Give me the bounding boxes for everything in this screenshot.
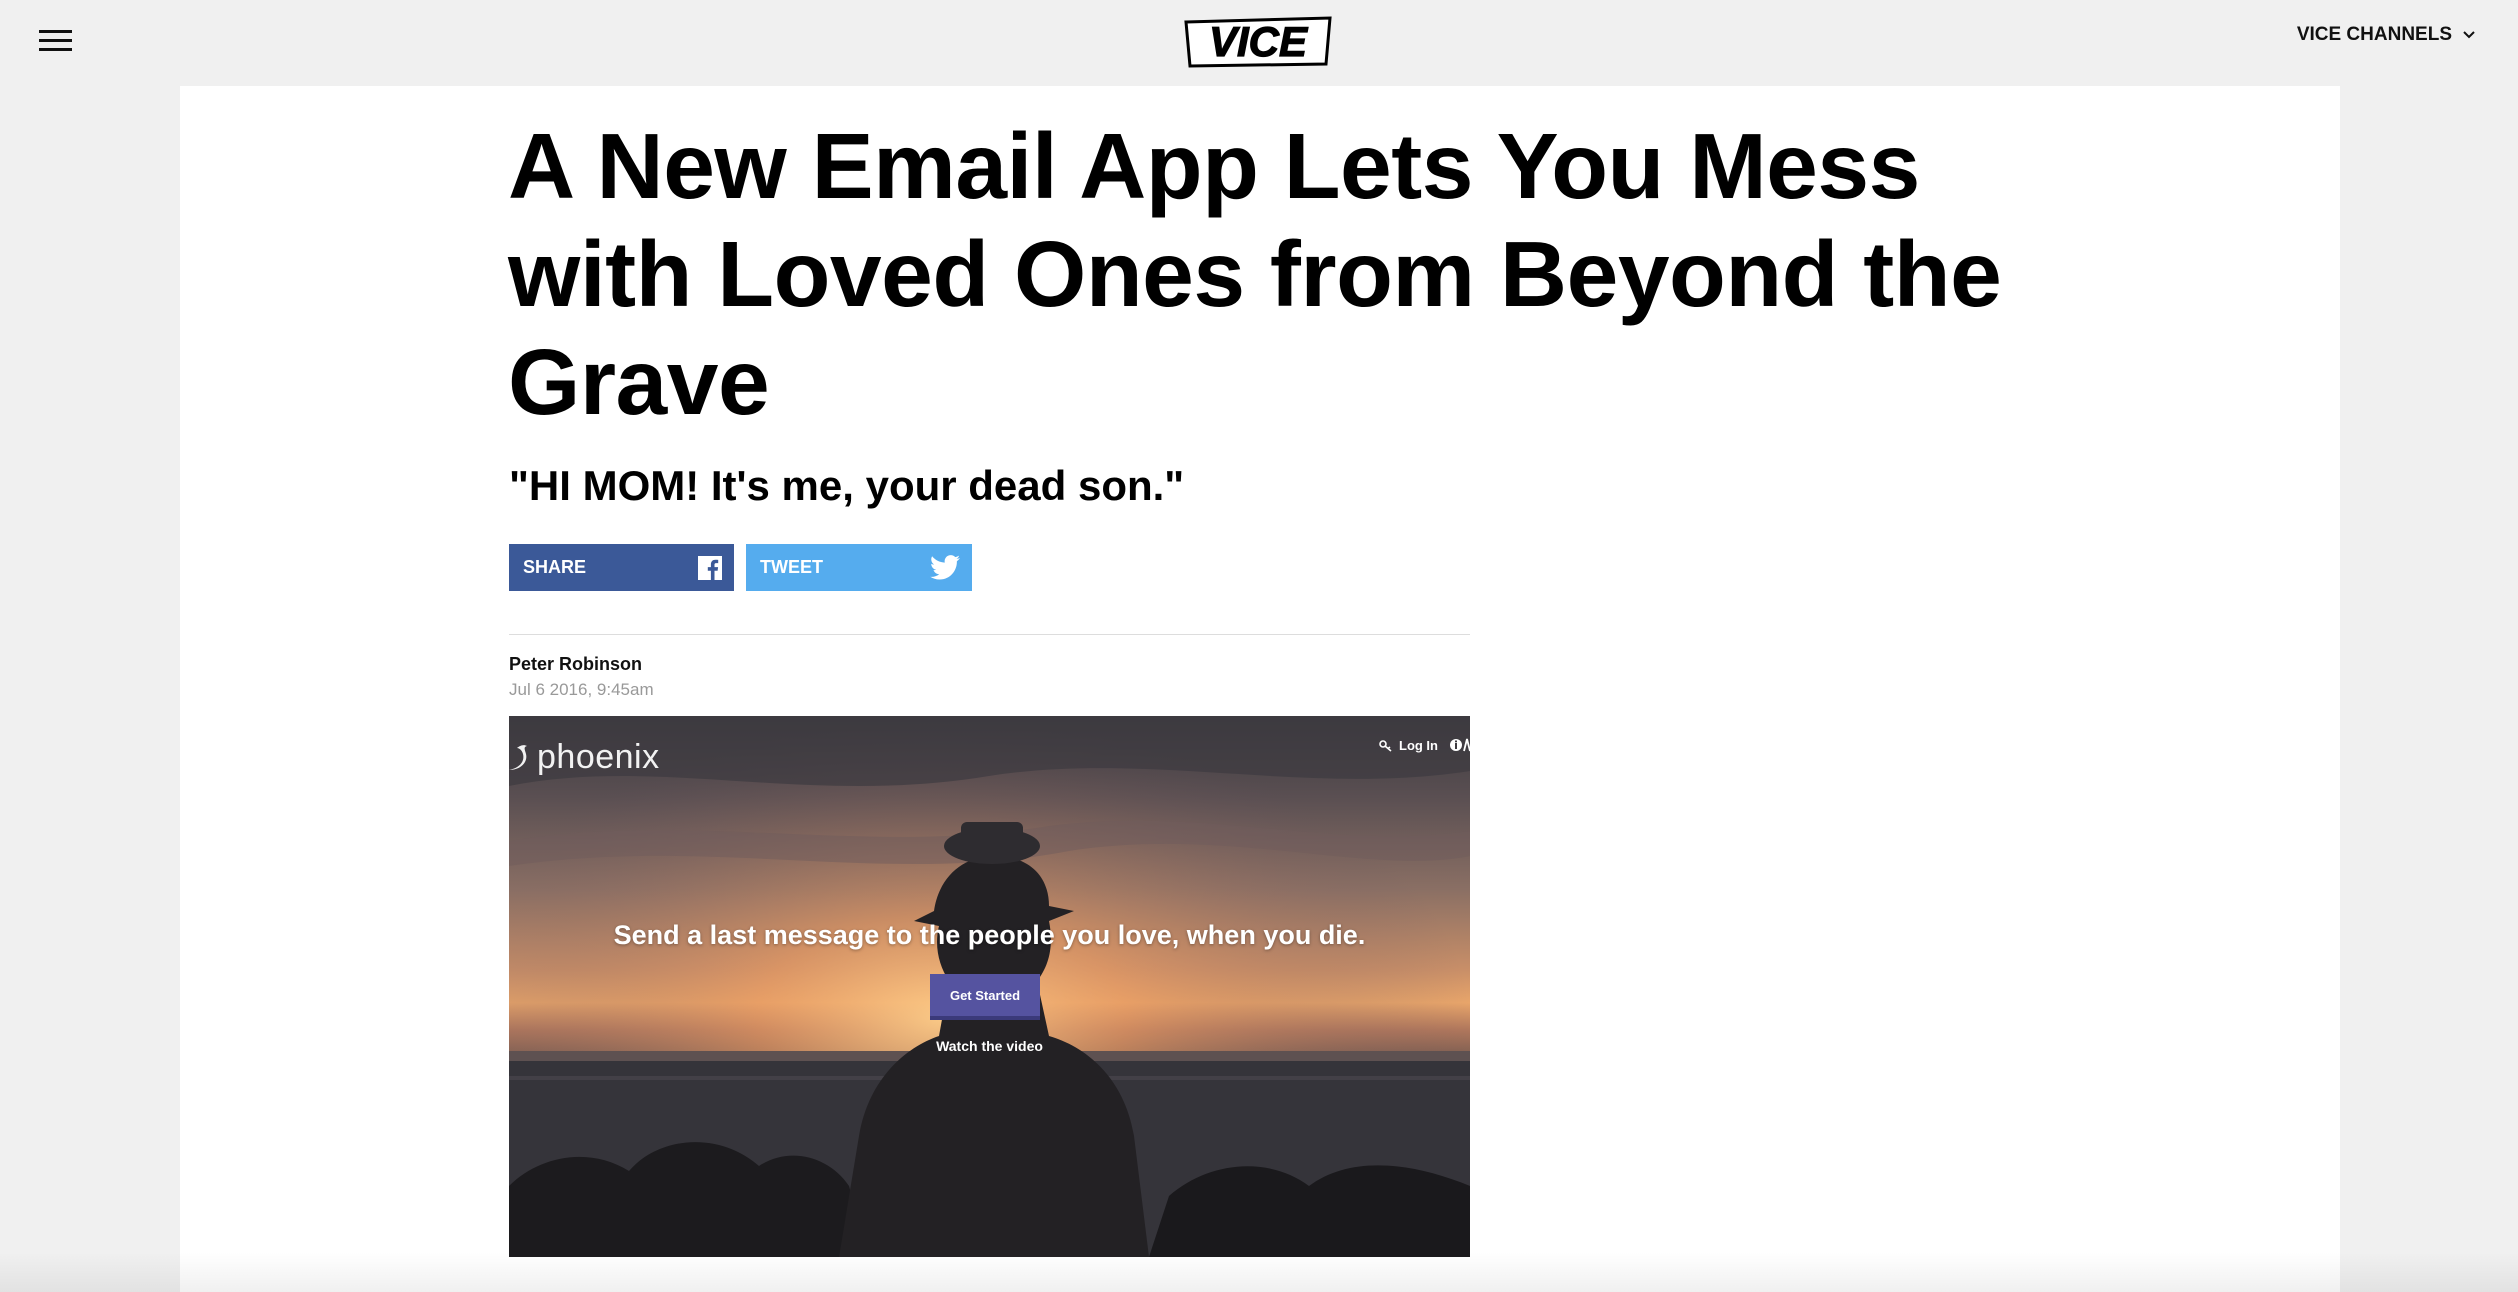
chevron-down-icon [2463,31,2475,39]
phoenix-login-label: Log In [1399,738,1438,753]
key-icon [1379,739,1392,752]
phoenix-brand-text: phoenix [537,738,660,776]
phoenix-brand: phoenix [509,738,660,777]
byline-divider [509,634,1470,635]
phoenix-bird-icon [509,744,527,770]
facebook-share-button[interactable]: SHARE [509,544,734,591]
facebook-icon [698,555,722,580]
watch-video-link[interactable]: Watch the video [509,1038,1470,1054]
vice-logo[interactable]: VICE [1180,14,1336,70]
article-dek: "HI MOM! It's me, your dead son." [509,462,1185,509]
article-container: A New Email App Lets You Mess with Loved… [180,86,2340,1292]
author-name[interactable]: Peter Robinson [509,654,642,675]
twitter-share-label: TWEET [760,557,823,577]
twitter-icon [930,555,960,580]
site-header: VICE VICE CHANNELS [0,0,2518,86]
vice-logo-text: VICE [1209,18,1309,65]
get-started-button[interactable]: Get Started [930,974,1040,1020]
article-headline: A New Email App Lets You Mess with Loved… [508,114,2002,434]
info-icon[interactable] [1450,738,1470,755]
twitter-share-button[interactable]: TWEET [746,544,972,591]
phoenix-headline: Send a last message to the people you lo… [613,920,1366,950]
phoenix-login-link[interactable]: Log In [1379,738,1438,753]
facebook-share-label: SHARE [523,557,587,577]
publish-date: Jul 6 2016, 9:45am [509,680,654,699]
hamburger-menu-icon[interactable] [39,28,72,54]
hero-image: phoenix Log In Send a last message to th… [509,716,1470,1257]
vice-channels-dropdown[interactable]: VICE CHANNELS [2297,22,2476,48]
vice-channels-label: VICE CHANNELS [2296,24,2452,45]
